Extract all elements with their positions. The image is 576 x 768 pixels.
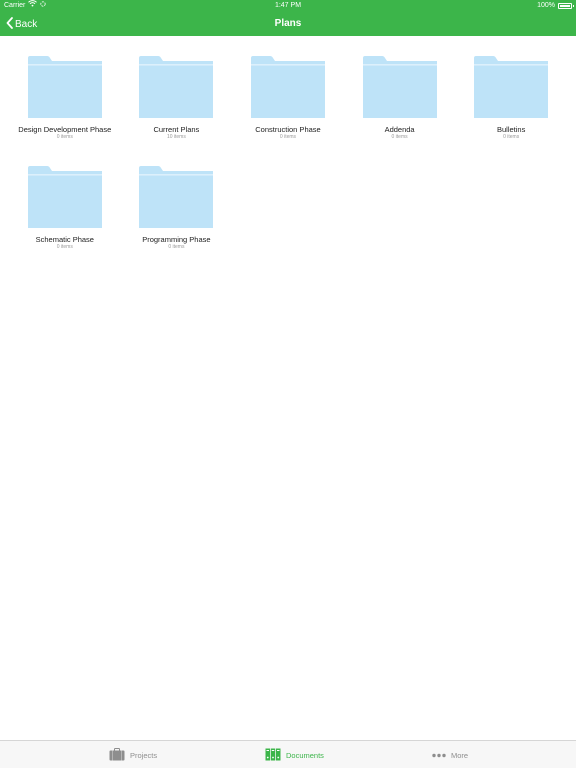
folder-item[interactable]: Bulletins 0 items [455, 56, 567, 166]
folder-count: 0 items [56, 134, 73, 140]
tab-documents[interactable]: Documents [265, 741, 324, 768]
tab-projects[interactable]: Projects [109, 741, 157, 768]
tab-projects-label: Projects [130, 750, 158, 760]
tab-documents-label: Documents [286, 750, 324, 760]
briefcase-icon [109, 747, 125, 763]
folder-icon [474, 56, 549, 118]
folder-name: Bulletins [496, 125, 526, 134]
folder-icon [139, 56, 214, 118]
folder-count: 0 items [168, 244, 185, 250]
tab-more-label: More [451, 750, 469, 760]
folder-item[interactable]: Schematic Phase 0 items [9, 166, 121, 276]
folder-count: 0 items [279, 134, 297, 140]
folder-count: 0 items [391, 134, 408, 140]
folder-icon [27, 166, 102, 228]
tab-bar: Projects Documents More [0, 740, 576, 768]
folder-count: 0 items [56, 244, 73, 250]
status-right: 100% [537, 0, 574, 12]
folder-icon [362, 56, 437, 118]
header: Carrier 1:47 PM 100% Back Plans [0, 0, 576, 36]
folder-item[interactable]: Design Development Phase 0 items [9, 56, 121, 166]
folder-name: Schematic Phase [35, 235, 94, 244]
folder-icon [139, 166, 214, 228]
tab-more[interactable]: More [432, 741, 468, 768]
folder-item[interactable]: Addenda 0 items [344, 56, 456, 166]
battery-icon [558, 3, 574, 9]
battery-label: 100% [537, 2, 555, 9]
folder-count: 10 items [166, 134, 186, 140]
status-bar: Carrier 1:47 PM 100% [0, 0, 576, 12]
folder-name: Programming Phase [142, 235, 211, 244]
page-title: Plans [274, 18, 302, 29]
folder-item[interactable]: Current Plans 10 items [121, 56, 233, 166]
folder-name: Addenda [384, 125, 415, 134]
folder-icon [27, 56, 102, 118]
ellipsis-icon [432, 751, 446, 760]
app: Carrier 1:47 PM 100% Back Plans Design D… [0, 0, 576, 768]
folder-name: Design Development Phase [18, 125, 112, 134]
folder-name: Construction Phase [255, 125, 321, 134]
nav-bar: Back Plans [0, 12, 576, 36]
folder-icon [250, 56, 325, 118]
folder-count: 0 items [503, 134, 520, 140]
folder-item[interactable]: Construction Phase 0 items [232, 56, 344, 166]
folder-grid: Design Development Phase 0 items Current… [9, 56, 567, 276]
binders-icon [265, 748, 281, 763]
status-time: 1:47 PM [274, 2, 302, 9]
folder-item[interactable]: Programming Phase 0 items [121, 166, 233, 276]
folder-name: Current Plans [153, 125, 200, 134]
